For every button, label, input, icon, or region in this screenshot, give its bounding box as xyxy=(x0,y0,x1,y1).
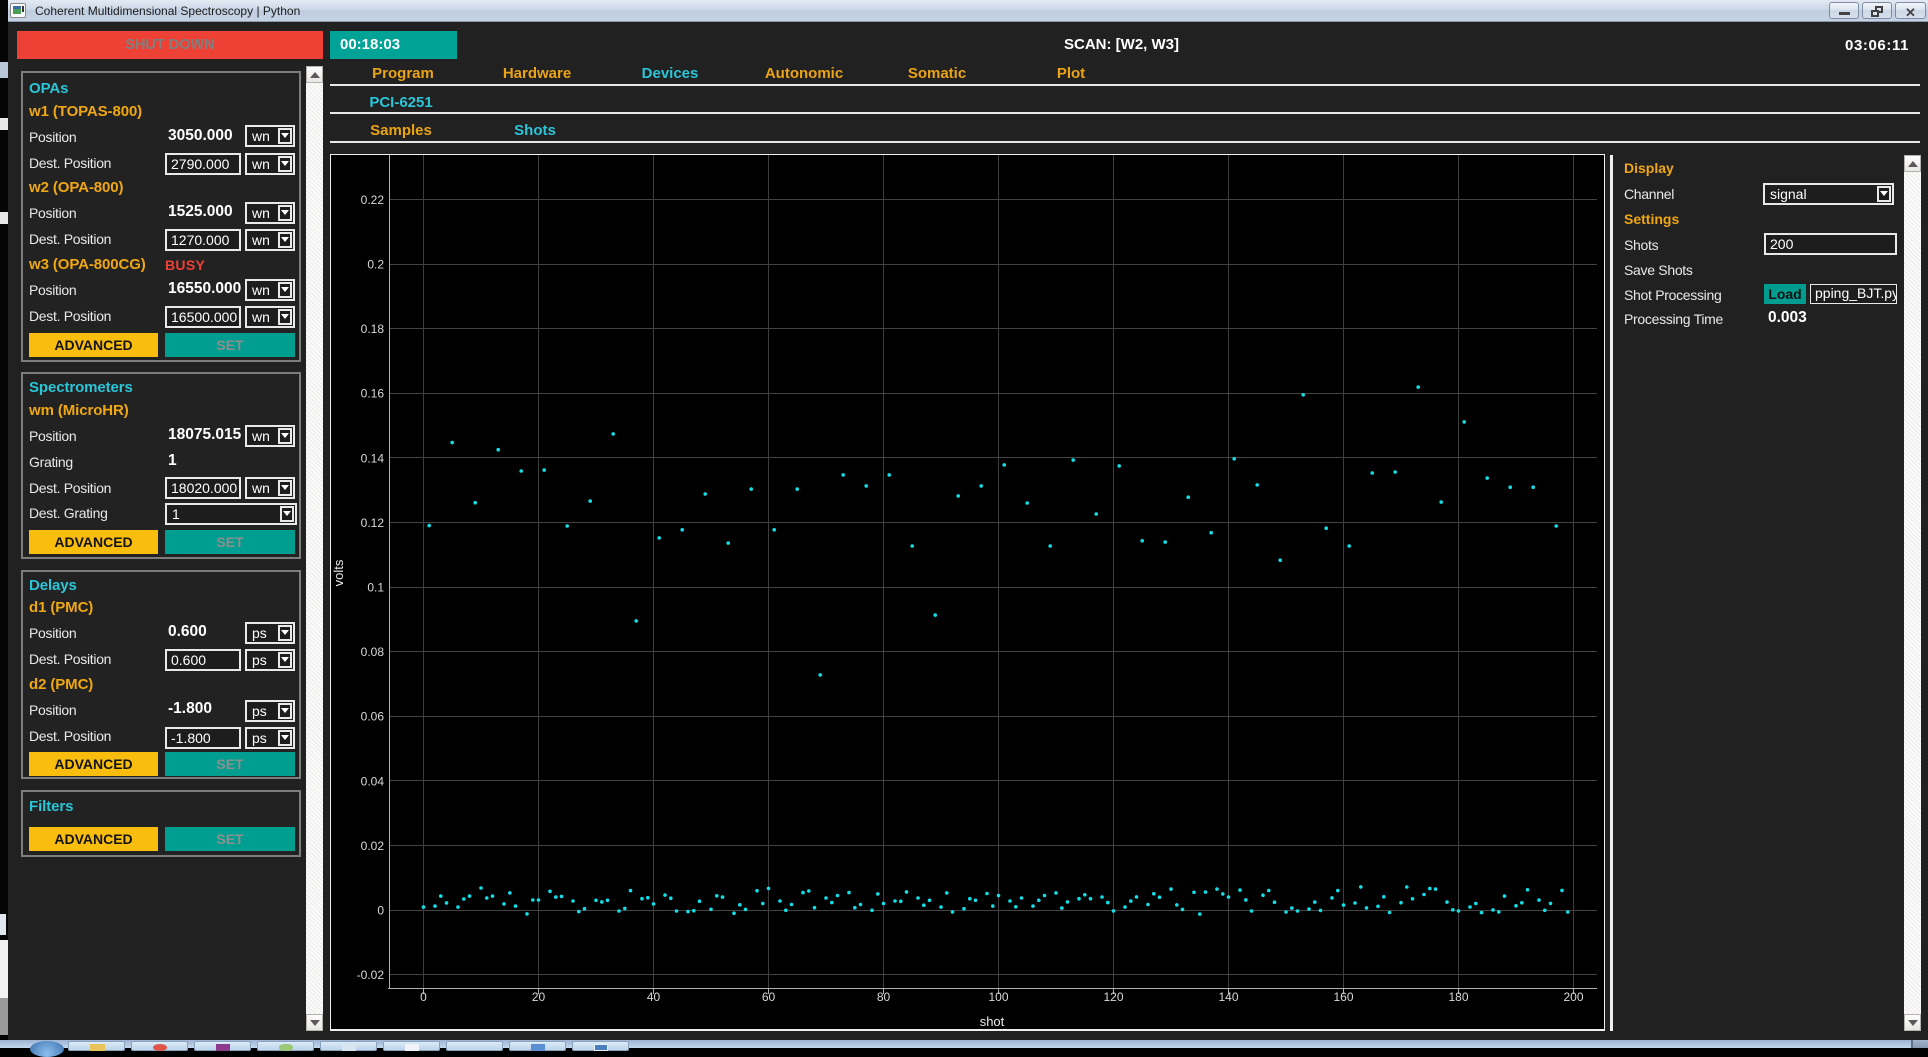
svg-text:180: 180 xyxy=(1448,990,1468,1004)
svg-text:-0.02: -0.02 xyxy=(357,968,385,982)
svg-text:volts: volts xyxy=(331,559,346,586)
svg-text:120: 120 xyxy=(1103,990,1123,1004)
svg-text:0.14: 0.14 xyxy=(361,451,385,465)
svg-text:0: 0 xyxy=(420,990,427,1004)
svg-text:0.04: 0.04 xyxy=(361,774,385,788)
svg-text:160: 160 xyxy=(1333,990,1353,1004)
svg-text:0.22: 0.22 xyxy=(361,193,385,207)
svg-text:0.08: 0.08 xyxy=(361,645,385,659)
svg-text:0.06: 0.06 xyxy=(361,710,385,724)
svg-text:shot: shot xyxy=(980,1014,1005,1029)
svg-text:0.18: 0.18 xyxy=(361,322,385,336)
svg-text:140: 140 xyxy=(1218,990,1238,1004)
svg-text:0.16: 0.16 xyxy=(361,387,385,401)
svg-text:100: 100 xyxy=(988,990,1008,1004)
svg-text:40: 40 xyxy=(647,990,661,1004)
svg-text:60: 60 xyxy=(762,990,776,1004)
svg-text:0.2: 0.2 xyxy=(367,258,384,272)
svg-text:80: 80 xyxy=(877,990,891,1004)
svg-text:0: 0 xyxy=(377,904,384,918)
svg-text:0.02: 0.02 xyxy=(361,839,385,853)
svg-text:0.12: 0.12 xyxy=(361,516,385,530)
svg-text:200: 200 xyxy=(1563,990,1583,1004)
svg-text:20: 20 xyxy=(532,990,546,1004)
svg-text:0.1: 0.1 xyxy=(367,581,384,595)
